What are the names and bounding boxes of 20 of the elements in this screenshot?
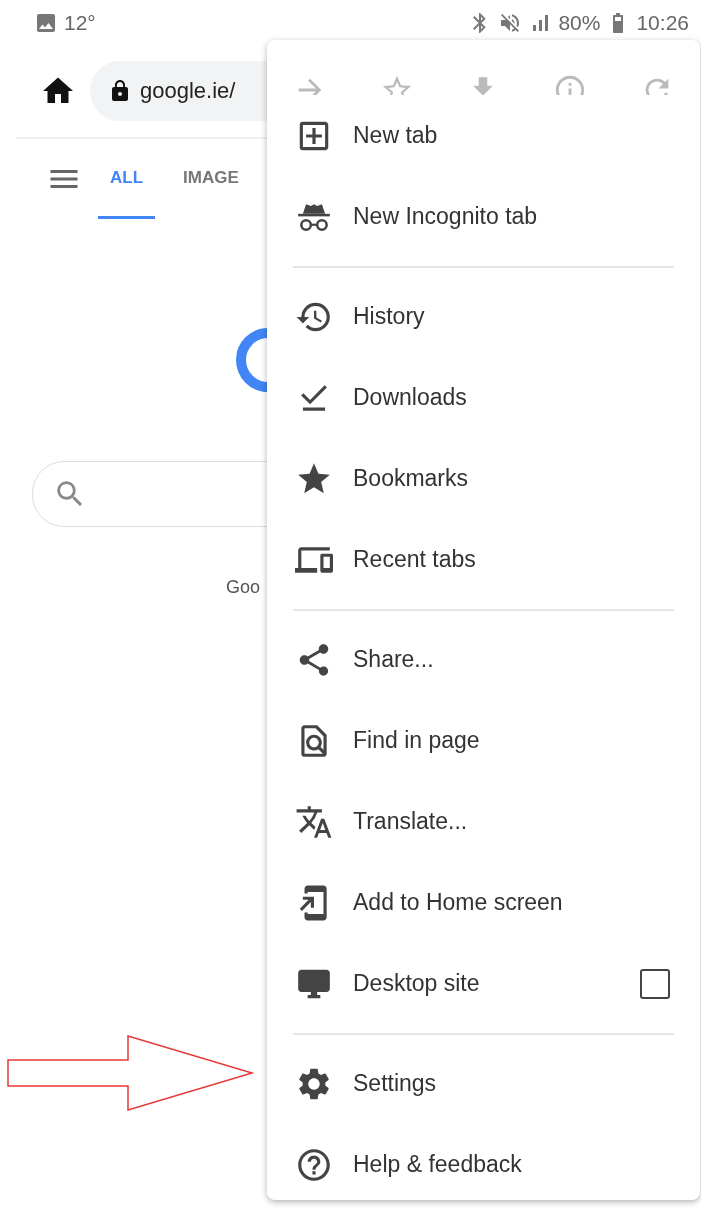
menu-item[interactable]: New Incognito tab	[267, 176, 700, 257]
menu-item[interactable]: New tab	[267, 95, 700, 176]
menu-item[interactable]: Share...	[267, 619, 700, 700]
menu-item[interactable]: Find in page	[267, 700, 700, 781]
menu-item[interactable]: Settings	[267, 1043, 700, 1124]
search-tab[interactable]: IMAGE	[171, 139, 251, 219]
footer-text: Goo	[226, 577, 261, 598]
menu-item[interactable]: Bookmarks	[267, 438, 700, 519]
menu-item[interactable]: Help & feedback	[267, 1124, 700, 1205]
menu-item[interactable]: Add to Home screen	[267, 862, 700, 943]
menu-item[interactable]: Recent tabs	[267, 519, 700, 600]
menu-item[interactable]: Desktop site	[267, 943, 700, 1024]
menu-item[interactable]: History	[267, 276, 700, 357]
checkbox[interactable]	[640, 968, 670, 999]
clock: 10:26	[636, 10, 689, 35]
battery-level: 80%	[558, 10, 601, 35]
menu-item[interactable]: Downloads	[267, 357, 700, 438]
search-tab[interactable]: ALL	[98, 139, 156, 219]
menu-item[interactable]: Translate...	[267, 781, 700, 862]
temperature: 12°	[64, 10, 96, 35]
